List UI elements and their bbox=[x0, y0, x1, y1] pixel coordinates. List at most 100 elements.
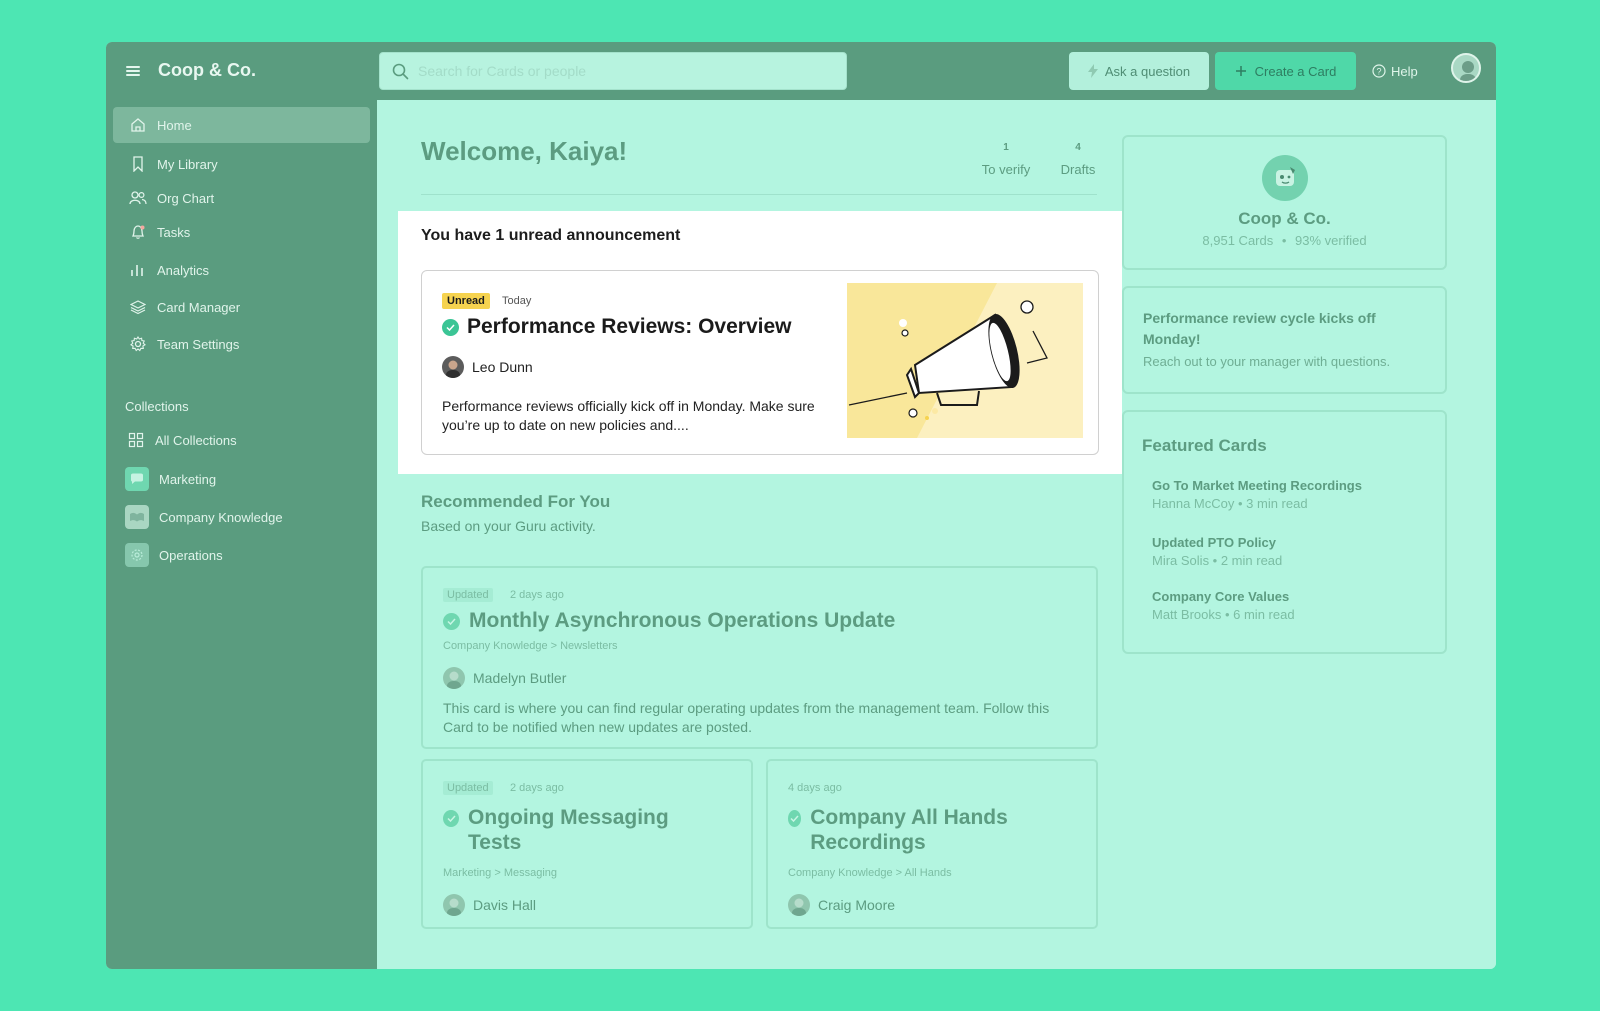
org-summary-card[interactable]: Coop & Co. 8,951 Cards • 93% verified bbox=[1122, 135, 1447, 270]
sidebar-item-label: My Library bbox=[157, 156, 218, 172]
sidebar-item-tasks[interactable]: Tasks bbox=[113, 214, 370, 250]
ask-question-button[interactable]: Ask a question bbox=[1069, 52, 1209, 90]
help-label: Help bbox=[1391, 63, 1418, 79]
author-avatar bbox=[442, 356, 464, 378]
verified-check-icon bbox=[442, 318, 459, 336]
author-avatar bbox=[443, 894, 465, 916]
sidebar-item-card-manager[interactable]: Card Manager bbox=[113, 289, 370, 325]
search-input[interactable] bbox=[418, 53, 838, 89]
app-name: Coop & Co. bbox=[158, 60, 256, 80]
sidebar-item-my-library[interactable]: My Library bbox=[113, 146, 370, 182]
card-author: Madelyn Butler bbox=[443, 667, 566, 689]
search-icon bbox=[392, 63, 409, 80]
card-author: Davis Hall bbox=[443, 894, 536, 916]
notice-title: Performance review cycle kicks off Monda… bbox=[1143, 310, 1376, 347]
collection-label: Company Knowledge bbox=[159, 509, 283, 525]
author-avatar bbox=[443, 667, 465, 689]
collections-heading: Collections bbox=[125, 399, 189, 414]
bell-icon bbox=[129, 224, 147, 240]
sidebar-item-org-chart[interactable]: Org Chart bbox=[113, 180, 370, 216]
notice-card[interactable]: Performance review cycle kicks off Monda… bbox=[1122, 286, 1447, 394]
author-name: Davis Hall bbox=[473, 897, 537, 913]
book-icon bbox=[125, 505, 149, 529]
sidebar-item-label: Card Manager bbox=[157, 299, 241, 315]
author-name: Craig Moore bbox=[818, 897, 896, 913]
collection-operations[interactable]: Operations bbox=[113, 538, 370, 572]
card-title[interactable]: Ongoing Messaging Tests bbox=[468, 805, 713, 855]
card-title[interactable]: Monthly Asynchronous Operations Update bbox=[469, 608, 895, 633]
org-verified-percent: 93% verified bbox=[1295, 233, 1367, 248]
unread-badge: Unread bbox=[442, 293, 490, 309]
card-path: Company Knowledge > Newsletters bbox=[443, 640, 618, 652]
org-stats-separator: • bbox=[1281, 233, 1287, 248]
menu-icon[interactable] bbox=[126, 66, 140, 76]
stat-label: To verify bbox=[981, 162, 1031, 177]
card-age: 4 days ago bbox=[788, 782, 842, 794]
featured-card-meta: Hanna McCoy • 3 min read bbox=[1152, 496, 1308, 511]
welcome-heading: Welcome, Kaiya! bbox=[421, 136, 628, 166]
bar-chart-icon bbox=[129, 263, 147, 277]
plus-icon bbox=[1235, 66, 1246, 76]
search-bar[interactable] bbox=[379, 52, 847, 90]
author-name: Madelyn Butler bbox=[473, 670, 567, 686]
sidebar-item-analytics[interactable]: Analytics bbox=[113, 252, 370, 288]
announcement-date: Today bbox=[502, 295, 532, 307]
featured-cards-panel: Featured Cards Go To Market Meeting Reco… bbox=[1122, 410, 1447, 654]
help-button[interactable]: ? Help bbox=[1372, 52, 1418, 90]
collection-marketing[interactable]: Marketing bbox=[113, 462, 370, 496]
updated-badge: Updated bbox=[443, 588, 493, 602]
card-age: 2 days ago bbox=[510, 589, 564, 601]
sidebar-item-label: Home bbox=[157, 117, 192, 133]
bookmark-icon bbox=[129, 156, 147, 172]
announcement-card[interactable]: Unread Today Performance Reviews: Overvi… bbox=[421, 270, 1099, 455]
featured-card-meta: Mira Solis • 2 min read bbox=[1152, 553, 1283, 568]
featured-card-item[interactable]: Updated PTO Policy Mira Solis • 2 min re… bbox=[1152, 535, 1282, 568]
recommended-card[interactable]: 4 days ago Company All Hands Recordings … bbox=[766, 759, 1098, 929]
card-title[interactable]: Company All Hands Recordings bbox=[810, 805, 1058, 855]
stat-label: Drafts bbox=[1060, 162, 1096, 177]
verified-check-icon bbox=[443, 613, 460, 630]
collection-company-knowledge[interactable]: Company Knowledge bbox=[113, 500, 370, 534]
recommended-heading: Recommended For You bbox=[421, 492, 611, 511]
card-title-row: Company All Hands Recordings bbox=[788, 805, 1058, 855]
org-stats: 8,951 Cards • 93% verified bbox=[1124, 233, 1445, 248]
card-body: This card is where you can find regular … bbox=[443, 700, 1050, 735]
sidebar-item-team-settings[interactable]: Team Settings bbox=[113, 326, 370, 362]
featured-card-item[interactable]: Company Core Values Matt Brooks • 6 min … bbox=[1152, 589, 1295, 622]
featured-cards-heading: Featured Cards bbox=[1142, 436, 1267, 455]
create-card-button[interactable]: Create a Card bbox=[1215, 52, 1356, 90]
sidebar-item-home[interactable]: Home bbox=[113, 107, 370, 143]
cog-icon bbox=[125, 543, 149, 567]
stat-to-verify[interactable]: 1 To verify bbox=[974, 142, 1038, 177]
verified-check-icon bbox=[443, 810, 460, 827]
top-bar: Coop & Co. Ask a question Create a Card … bbox=[106, 42, 1496, 100]
collection-label: Operations bbox=[159, 547, 223, 563]
org-logo-icon bbox=[1262, 155, 1308, 201]
announcement-panel: You have 1 unread announcement Unread To… bbox=[398, 211, 1122, 474]
chat-icon bbox=[125, 467, 149, 491]
notice-subtitle: Reach out to your manager with questions… bbox=[1143, 354, 1391, 369]
recommended-card[interactable]: Updated 2 days ago Ongoing Messaging Tes… bbox=[421, 759, 753, 929]
author-avatar bbox=[788, 894, 810, 916]
featured-card-title: Go To Market Meeting Recordings bbox=[1152, 478, 1362, 493]
recommended-card[interactable]: Updated 2 days ago Monthly Asynchronous … bbox=[421, 566, 1098, 749]
org-name: Coop & Co. bbox=[1238, 209, 1331, 228]
recommended-subtitle: Based on your Guru activity. bbox=[421, 518, 596, 534]
app-window: Coop & Co. Ask a question Create a Card … bbox=[106, 42, 1496, 969]
sidebar-item-label: Org Chart bbox=[157, 190, 215, 206]
collection-all-collections[interactable]: All Collections bbox=[113, 423, 370, 457]
card-path: Company Knowledge > All Hands bbox=[788, 867, 952, 879]
svg-text:?: ? bbox=[1376, 67, 1381, 77]
collection-label: All Collections bbox=[155, 432, 237, 448]
lightning-icon bbox=[1087, 64, 1098, 78]
sidebar-item-label: Team Settings bbox=[157, 336, 240, 352]
featured-card-meta: Matt Brooks • 6 min read bbox=[1152, 607, 1295, 622]
author-name: Leo Dunn bbox=[472, 359, 533, 375]
create-card-label: Create a Card bbox=[1254, 63, 1337, 79]
user-avatar[interactable] bbox=[1451, 53, 1481, 83]
featured-card-item[interactable]: Go To Market Meeting Recordings Hanna Mc… bbox=[1152, 478, 1362, 511]
ask-question-label: Ask a question bbox=[1104, 63, 1191, 79]
featured-card-title: Updated PTO Policy bbox=[1152, 535, 1277, 550]
stat-drafts[interactable]: 4 Drafts bbox=[1048, 142, 1108, 177]
announcement-title[interactable]: Performance Reviews: Overview bbox=[467, 315, 792, 339]
